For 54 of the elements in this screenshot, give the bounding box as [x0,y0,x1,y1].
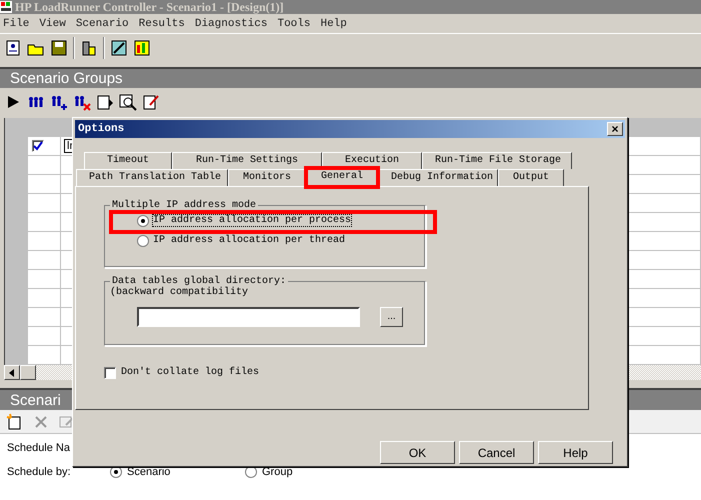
app-icon [0,1,12,13]
menu-item[interactable]: File [3,18,30,30]
tab[interactable]: General [306,166,378,186]
building-icon[interactable] [80,39,98,57]
dialog-button[interactable]: OK [380,441,455,464]
radio-label: Scenario [127,466,170,478]
radio-label: IP address allocation per thread [153,235,346,246]
panel-title: Scenari [10,392,61,408]
checkbox-label: Don't collate log files [121,367,260,378]
report-icon[interactable] [4,39,22,57]
tab[interactable]: Output [498,168,564,186]
schedule-by-label: Schedule by: [7,466,71,478]
tab[interactable]: Timeout [84,152,172,169]
row-checkbox[interactable] [32,140,44,152]
radio-button[interactable] [137,214,149,227]
dialog-button[interactable]: Help [538,441,613,464]
browse-button[interactable]: ... [380,306,403,327]
menu-item[interactable]: Diagnostics [194,18,268,30]
tab[interactable]: Path Translation Table [76,168,228,186]
tab[interactable]: Monitors [228,168,306,186]
wrench-icon[interactable] [110,39,128,57]
dialog-title: Options [78,122,124,135]
menu-item[interactable]: View [39,18,66,30]
scroll-thumb[interactable] [20,365,36,380]
left-arrow-icon [9,368,15,376]
close-button[interactable]: × [607,122,623,136]
menu-item[interactable]: Tools [277,18,310,30]
remove-users-icon[interactable] [73,93,91,111]
tab[interactable]: Run-Time File Storage [422,152,572,169]
menu-item[interactable]: Scenario [76,18,129,30]
directory-field[interactable] [137,306,360,327]
note-text: (backward compatibility [110,286,250,298]
menu-item[interactable]: Results [138,18,185,30]
radio-label: IP address allocation per process [153,215,352,226]
tab[interactable]: Run-Time Settings [172,152,322,169]
scroll-left-button[interactable] [4,365,20,380]
chart-icon[interactable] [133,39,151,57]
radio-button[interactable] [137,234,149,247]
search-icon[interactable] [119,93,137,111]
details-icon[interactable] [96,93,114,111]
save-icon[interactable] [50,39,68,57]
add-users-icon[interactable] [50,93,68,111]
tab[interactable]: Debug Information [378,168,498,186]
group-label: Data tables global directory: [112,276,288,287]
schedule-name-label: Schedule Na [7,442,70,454]
menu-item[interactable]: Help [320,18,347,30]
panel-title: Scenario Groups [10,70,123,87]
tab[interactable]: Execution [322,152,422,169]
radio-label: Group [262,466,293,478]
checkbox[interactable] [104,366,116,379]
window-title: HP LoadRunner Controller - Scenario1 - [Design(1)] [15,0,284,14]
group-label: Multiple IP address mode [111,200,258,211]
dialog-button[interactable]: Cancel [459,441,534,464]
edit-icon[interactable] [142,93,160,111]
